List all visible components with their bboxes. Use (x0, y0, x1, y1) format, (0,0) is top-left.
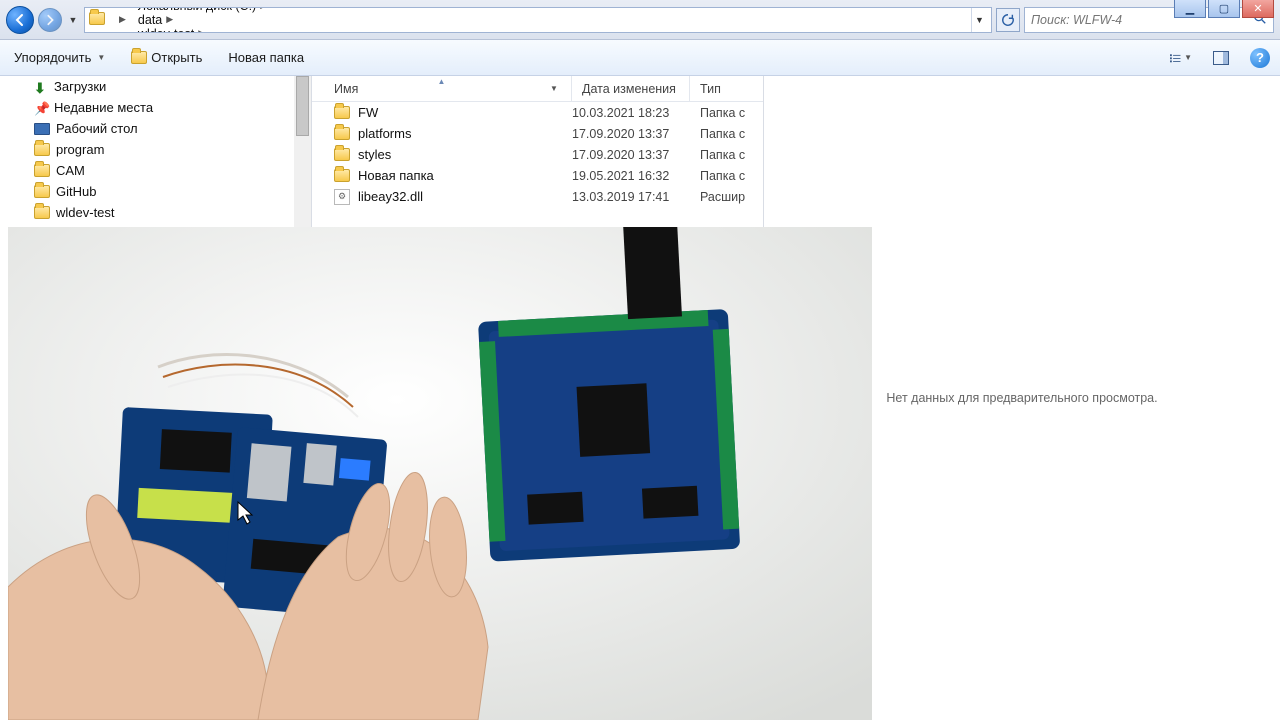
minimize-button[interactable]: ▁ (1174, 0, 1206, 18)
path-dropdown[interactable]: ▼ (971, 8, 987, 32)
arrow-right-icon (44, 14, 56, 26)
tree-item[interactable]: program (0, 139, 311, 160)
refresh-button[interactable] (996, 8, 1020, 32)
tree-item-label: CAM (56, 163, 85, 178)
dll-file-icon: ⚙ (334, 189, 350, 205)
column-date-label: Дата изменения (582, 82, 676, 96)
file-type: Папка с (700, 106, 745, 120)
file-type: Папка с (700, 148, 745, 162)
file-date: 19.05.2021 16:32 (572, 169, 669, 183)
tree-item-label: GitHub (56, 184, 96, 199)
preview-empty-text: Нет данных для предварительного просмотр… (886, 391, 1157, 405)
column-type[interactable]: Тип (690, 76, 763, 101)
breadcrumb-item[interactable]: wldev-test ▶ (132, 27, 271, 33)
tree-item-label: wldev-test (56, 205, 115, 220)
folder-icon (34, 143, 50, 156)
organize-label: Упорядочить (14, 50, 91, 65)
folder-icon (334, 169, 350, 182)
sort-asc-icon: ▲ (438, 77, 446, 86)
file-row[interactable]: FW 10.03.2021 18:23 Папка с (312, 102, 763, 123)
refresh-icon (1001, 13, 1015, 27)
file-type: Расшир (700, 190, 745, 204)
breadcrumb-sep-first[interactable]: ▶ (109, 8, 130, 32)
chevron-down-icon[interactable]: ▼ (547, 84, 561, 93)
desktop-icon (34, 123, 50, 135)
column-type-label: Тип (700, 82, 721, 96)
help-button[interactable]: ? (1250, 48, 1270, 68)
column-name-label: Имя (334, 82, 358, 96)
tree-item-label: program (56, 142, 104, 157)
chevron-right-icon: ▶ (166, 14, 173, 25)
tree-item[interactable]: 📌 Недавние места (0, 97, 311, 118)
file-date: 10.03.2021 18:23 (572, 106, 669, 120)
new-folder-button[interactable]: Новая папка (224, 48, 308, 67)
column-headers: Имя ▲ ▼ Дата изменения Тип (312, 76, 763, 102)
file-type: Папка с (700, 169, 745, 183)
folder-icon (34, 164, 50, 177)
tree-item-label: Недавние места (54, 100, 153, 115)
arrow-left-icon (13, 13, 27, 27)
address-bar: ▼ ▶ Компьютер▶Локальный диск (C:)▶data▶w… (0, 0, 1280, 40)
breadcrumb-bar[interactable]: ▶ Компьютер▶Локальный диск (C:)▶data▶wld… (84, 7, 992, 33)
open-label: Открыть (151, 50, 202, 65)
window-system-buttons: ▁ ▢ ✕ (1174, 0, 1274, 20)
column-date[interactable]: Дата изменения (572, 76, 690, 101)
file-name: platforms (358, 126, 411, 141)
file-date: 13.03.2019 17:41 (572, 190, 669, 204)
tree-item-label: Рабочий стол (56, 121, 138, 136)
file-row[interactable]: platforms 17.09.2020 13:37 Папка с (312, 123, 763, 144)
tree-item[interactable]: GitHub (0, 181, 311, 202)
file-date: 17.09.2020 13:37 (572, 148, 669, 162)
recent-places-icon: 📌 (34, 101, 48, 115)
file-row[interactable]: styles 17.09.2020 13:37 Папка с (312, 144, 763, 165)
folder-icon (34, 206, 50, 219)
chevron-right-icon: ▶ (198, 28, 205, 33)
command-toolbar: Упорядочить ▼ Открыть Новая папка ▼ ? (0, 40, 1280, 76)
folder-icon (34, 185, 50, 198)
chevron-down-icon: ▼ (97, 53, 105, 62)
file-row[interactable]: Новая папка 19.05.2021 16:32 Папка с (312, 165, 763, 186)
chevron-right-icon: ▶ (260, 7, 267, 12)
organize-button[interactable]: Упорядочить ▼ (10, 48, 109, 67)
sidebar-scrollbar-thumb[interactable] (296, 76, 309, 136)
nav-history-dropdown[interactable]: ▼ (66, 8, 80, 32)
preview-pane-button[interactable] (1210, 47, 1232, 69)
nav-back-button[interactable] (6, 6, 34, 34)
tree-item[interactable]: CAM (0, 160, 311, 181)
file-name: FW (358, 105, 378, 120)
overlay-photograph (8, 227, 872, 720)
folder-icon (334, 106, 350, 119)
file-date: 17.09.2020 13:37 (572, 127, 669, 141)
maximize-button[interactable]: ▢ (1208, 0, 1240, 18)
folder-icon (334, 148, 350, 161)
file-name: styles (358, 147, 391, 162)
chevron-down-icon: ▼ (1184, 53, 1192, 62)
breadcrumb-item[interactable]: data ▶ (132, 13, 271, 27)
view-options-button[interactable]: ▼ (1170, 47, 1192, 69)
folder-icon (89, 12, 107, 28)
file-name: libeay32.dll (358, 189, 423, 204)
open-button[interactable]: Открыть (127, 48, 206, 67)
file-name: Новая папка (358, 168, 434, 183)
view-icon (1170, 51, 1181, 65)
breadcrumb-label: data (138, 13, 162, 27)
new-folder-label: Новая папка (228, 50, 304, 65)
breadcrumb-label: wldev-test (138, 27, 194, 33)
column-name[interactable]: Имя ▲ ▼ (312, 76, 572, 101)
open-icon (131, 51, 147, 64)
tree-item[interactable]: Рабочий стол (0, 118, 311, 139)
nav-forward-button[interactable] (38, 8, 62, 32)
file-type: Папка с (700, 127, 745, 141)
close-button[interactable]: ✕ (1242, 0, 1274, 18)
tree-item[interactable]: wldev-test (0, 202, 311, 223)
tree-item-label: Загрузки (54, 79, 106, 94)
downloads-icon: ⬇ (34, 80, 48, 94)
file-row[interactable]: ⚙ libeay32.dll 13.03.2019 17:41 Расшир (312, 186, 763, 207)
tree-item[interactable]: ⬇ Загрузки (0, 76, 311, 97)
preview-pane-icon (1213, 51, 1229, 65)
folder-icon (334, 127, 350, 140)
